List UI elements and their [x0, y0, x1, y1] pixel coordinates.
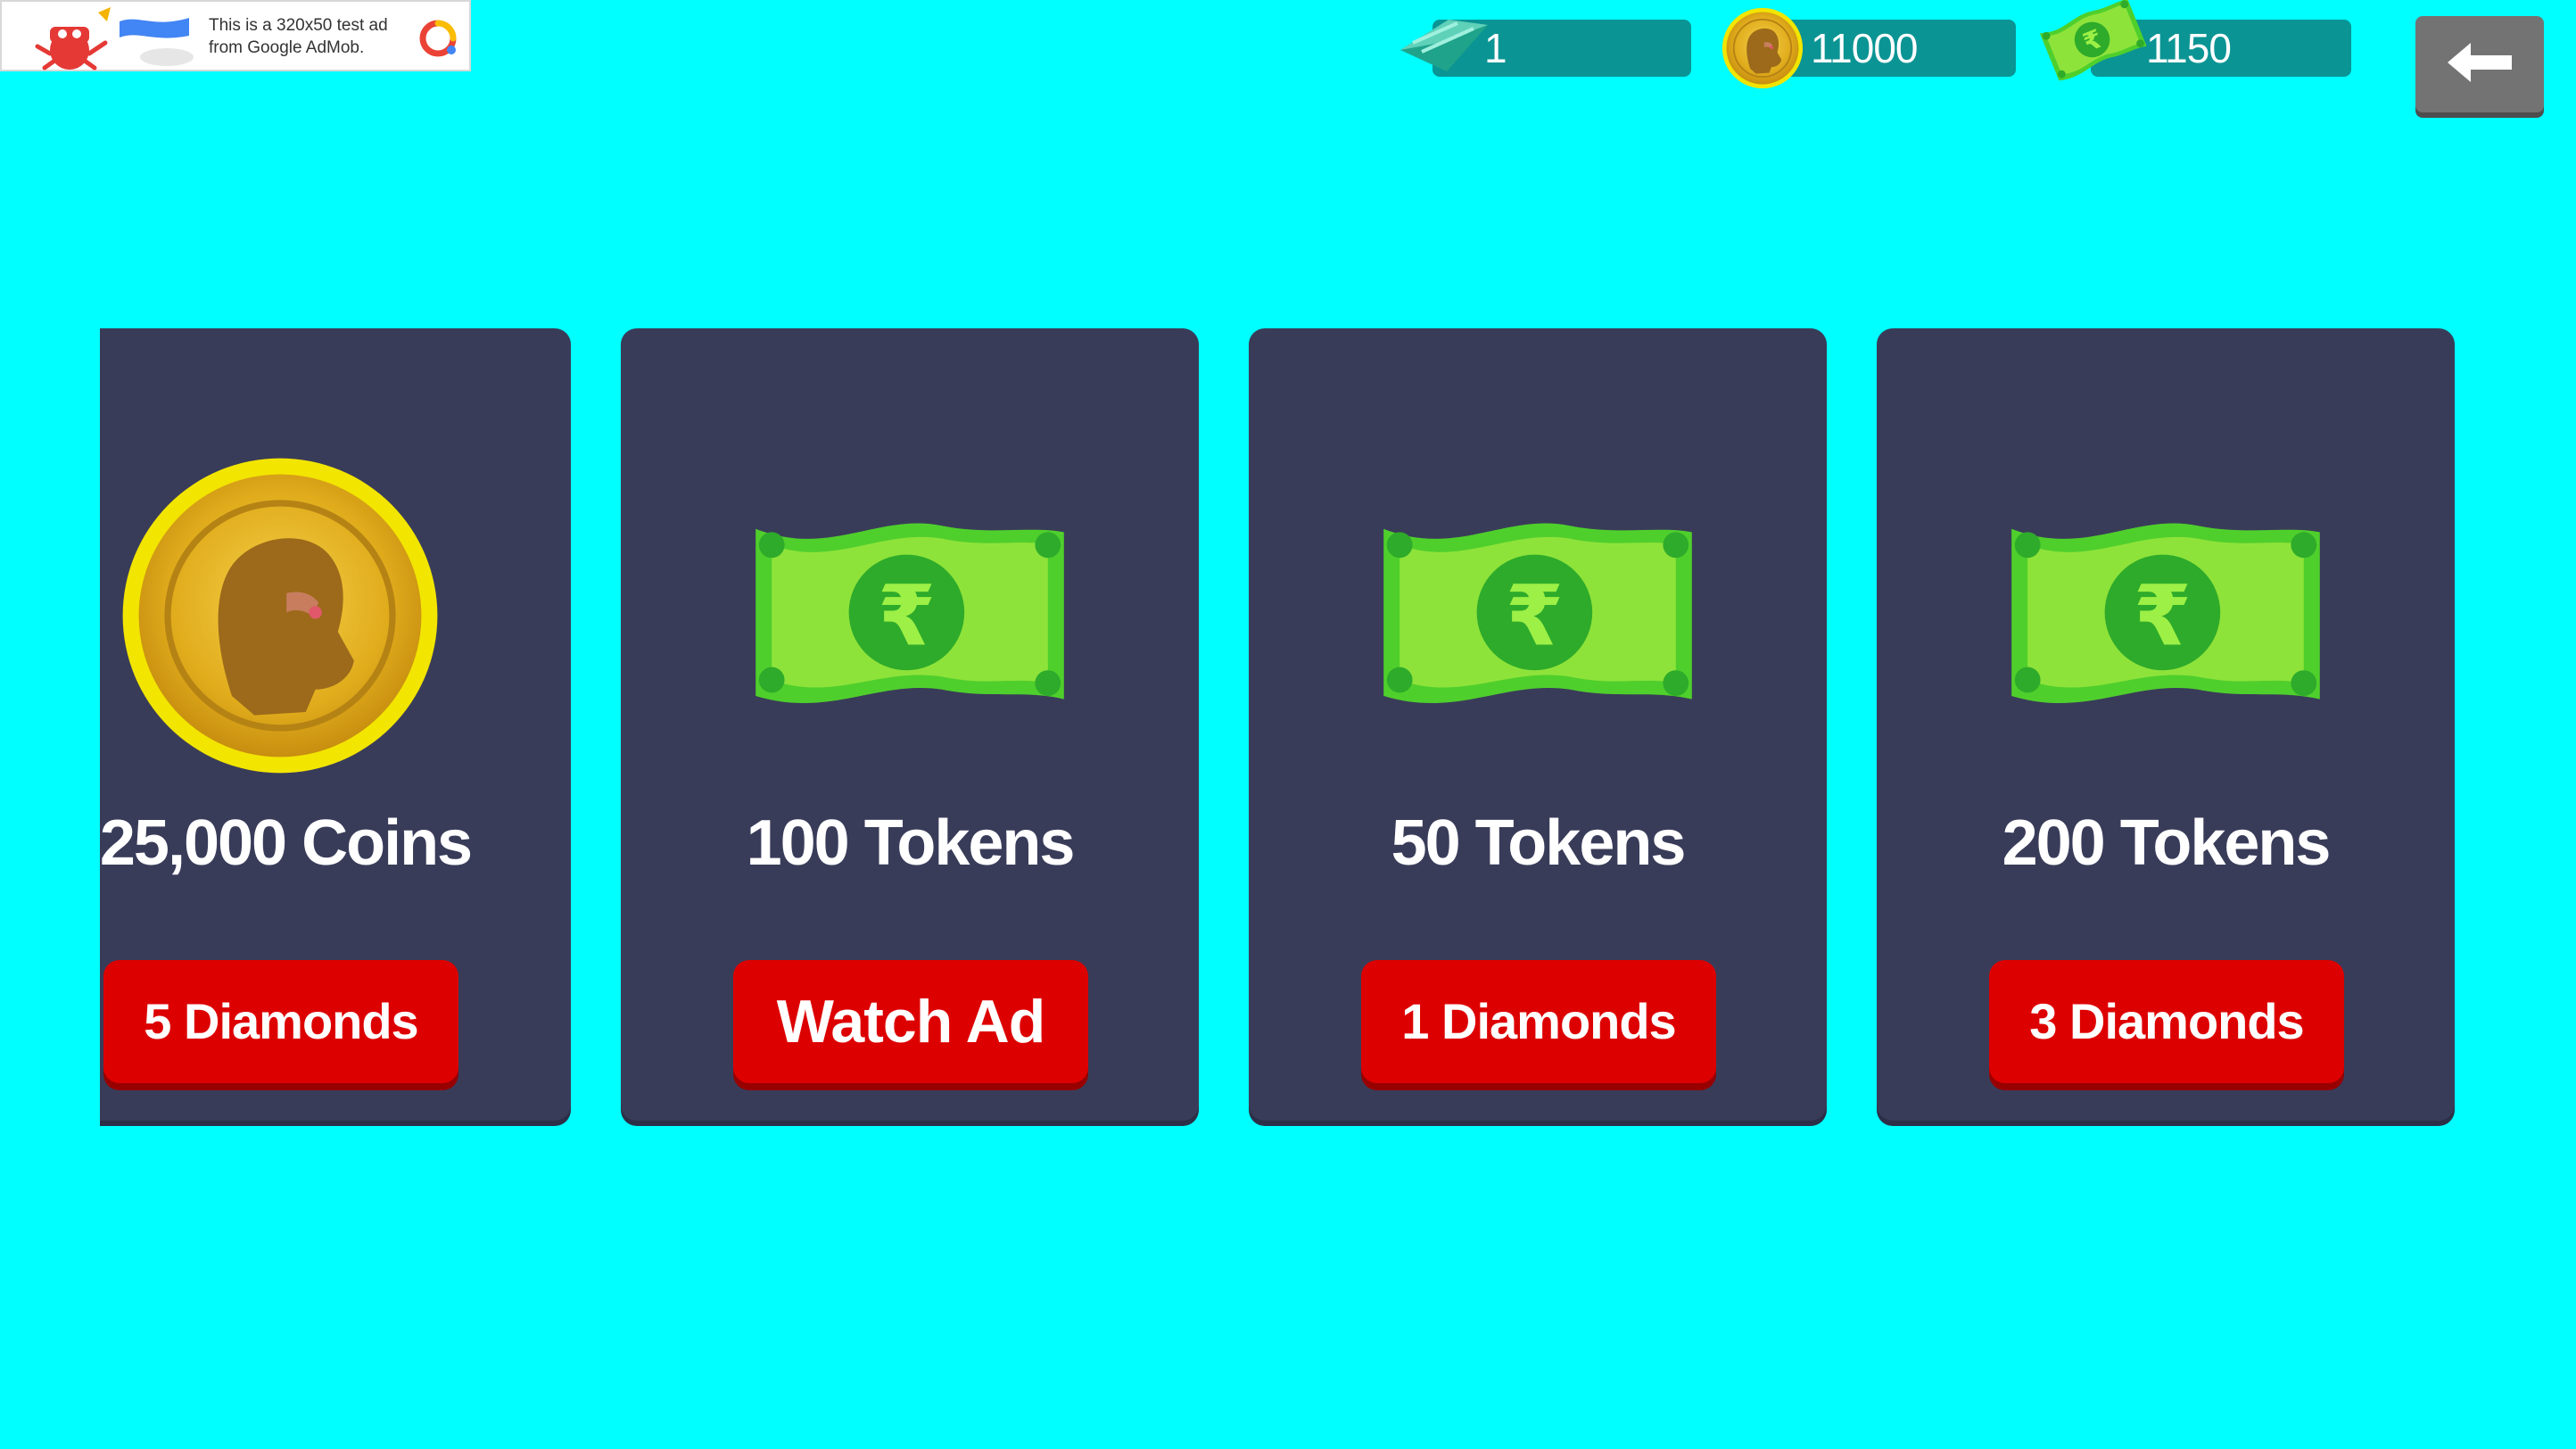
coin-icon — [1721, 7, 1804, 89]
rupee-note-icon — [747, 519, 1072, 712]
back-button[interactable] — [2415, 16, 2544, 112]
buy-button-3-diamonds[interactable]: 3 Diamonds — [1989, 960, 2344, 1083]
watch-ad-button[interactable]: Watch Ad — [733, 960, 1088, 1083]
rupee-note-icon — [2003, 519, 2328, 712]
token-count: 1150 — [2146, 25, 2232, 71]
offer-label: 50 Tokens — [1391, 807, 1687, 879]
diamond-icon — [1400, 20, 1488, 71]
buy-button-5-diamonds[interactable]: 5 Diamonds — [103, 960, 458, 1083]
ad-text: This is a 320x50 test ad from Google AdM… — [209, 16, 388, 57]
offer-card-200-tokens: 200 Tokens 3 Diamonds — [1877, 328, 2455, 1121]
back-arrow-icon — [2448, 43, 2512, 82]
offer-card-coins: 25,000 Coins 5 Diamonds — [100, 328, 571, 1121]
rupee-note-icon — [1375, 519, 1700, 712]
admob-logo-icon — [419, 20, 457, 57]
offer-label: 25,000 Coins — [100, 807, 473, 879]
ad-banner[interactable]: This is a 320x50 test ad from Google AdM… — [0, 0, 471, 71]
robot-icon — [35, 7, 111, 70]
coin-count: 11000 — [1811, 25, 1919, 71]
coin-icon — [120, 455, 441, 776]
buy-button-1-diamonds[interactable]: 1 Diamonds — [1361, 960, 1716, 1083]
offer-card-100-tokens: 100 Tokens Watch Ad — [621, 328, 1199, 1121]
flag-icon — [120, 18, 189, 38]
offer-label: 100 Tokens — [746, 807, 1076, 879]
offer-card-50-tokens: 50 Tokens 1 Diamonds — [1249, 328, 1827, 1121]
cloud-icon — [140, 48, 194, 66]
offer-label: 200 Tokens — [2002, 807, 2332, 879]
